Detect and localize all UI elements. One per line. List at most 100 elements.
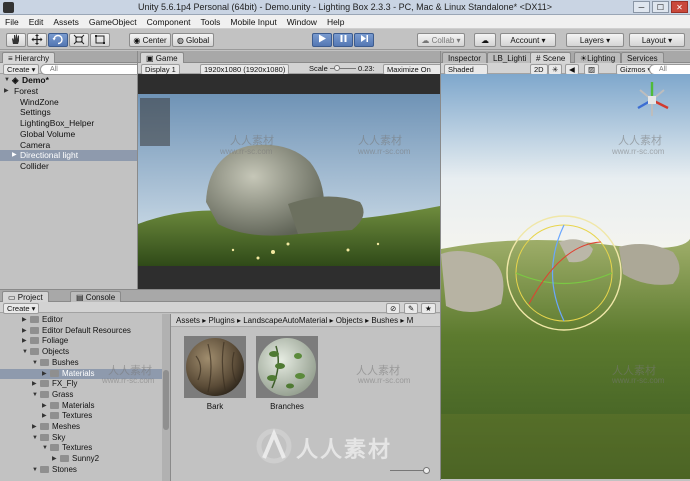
tag-icon: ⊘: [390, 304, 397, 313]
folder-icon: ▭: [8, 293, 16, 302]
breadcrumb-assets[interactable]: Assets: [176, 316, 200, 325]
project-tree-label: Textures: [62, 411, 93, 421]
image-icon: ▨: [588, 65, 596, 74]
collapse-triangle-icon[interactable]: ▶: [42, 401, 47, 412]
game-tabbar: ▣ Game: [138, 51, 440, 64]
breadcrumb-bushes[interactable]: Bushes: [371, 316, 398, 325]
window-title: Unity 5.6.1p4 Personal (64bit) - Demo.un…: [137, 2, 553, 12]
menu-window[interactable]: Window: [282, 15, 322, 28]
menu-component[interactable]: Component: [142, 15, 196, 28]
menu-assets[interactable]: Assets: [48, 15, 84, 28]
scene-orientation-gizmo[interactable]: [624, 78, 680, 124]
asset-branches[interactable]: Branches: [256, 336, 318, 411]
expand-triangle-icon[interactable]: ▼: [42, 443, 48, 454]
menu-mobile-input[interactable]: Mobile Input: [225, 15, 281, 28]
hierarchy-item-lightingbox-helper[interactable]: LightingBox_Helper: [0, 118, 137, 129]
maximize-button[interactable]: ☐: [652, 1, 669, 13]
play-button[interactable]: [312, 33, 332, 47]
hierarchy-search-input[interactable]: All: [40, 64, 143, 75]
account-dropdown[interactable]: Account ▾: [500, 33, 556, 47]
hierarchy-item-settings[interactable]: Settings: [0, 107, 137, 118]
pause-button[interactable]: [333, 33, 353, 47]
breadcrumb-objects[interactable]: Objects: [336, 316, 363, 325]
hierarchy-item-global-volume[interactable]: Global Volume: [0, 129, 137, 140]
list-icon: ≡: [8, 54, 13, 63]
menu-gameobject[interactable]: GameObject: [84, 15, 142, 28]
expand-triangle-icon[interactable]: ▼: [32, 358, 38, 369]
cloud-outline-icon: ☁: [481, 36, 489, 45]
menu-edit[interactable]: Edit: [24, 15, 49, 28]
move-tool-button[interactable]: [27, 33, 47, 47]
scale-slider-thumb[interactable]: [334, 65, 340, 71]
layout-dropdown[interactable]: Layout ▾: [629, 33, 685, 47]
hierarchy-item-windzone[interactable]: WindZone: [0, 97, 137, 108]
hand-icon: [12, 34, 19, 44]
collapse-triangle-icon[interactable]: ▶: [52, 454, 57, 465]
scene-root-row[interactable]: ▼ ◈ Demo*: [0, 75, 137, 86]
hierarchy-create-button[interactable]: Create ▾: [3, 64, 40, 75]
collapse-triangle-icon[interactable]: ▶: [32, 379, 37, 390]
menu-help[interactable]: Help: [322, 15, 349, 28]
close-button[interactable]: ✕: [671, 1, 688, 13]
expand-triangle-icon[interactable]: ▼: [32, 433, 38, 444]
project-tree-label: Stones: [52, 464, 77, 474]
collapse-triangle-icon[interactable]: ▶: [42, 411, 47, 422]
breadcrumb-landscape[interactable]: LandscapeAutoMaterial: [243, 316, 327, 325]
game-panel-header: ▣ Game Display 1 1920x1080 (1920x1080) S…: [138, 51, 446, 75]
collapse-triangle-icon[interactable]: ▶: [22, 336, 27, 347]
watermark-text: 人人素材: [358, 135, 402, 147]
hand-tool-button[interactable]: [6, 33, 26, 47]
watermark-text: 人人素材: [230, 135, 274, 147]
menu-file[interactable]: File: [0, 15, 24, 28]
minimize-button[interactable]: ─: [633, 1, 650, 13]
hierarchy-item-label: Forest: [14, 86, 39, 96]
collapse-triangle-icon[interactable]: ▶: [22, 315, 27, 326]
breadcrumb-materials[interactable]: M: [407, 316, 414, 325]
hierarchy-item-collider[interactable]: Collider: [0, 161, 137, 172]
collapse-triangle-icon[interactable]: ▶: [32, 422, 37, 433]
scale-tool-button[interactable]: [69, 33, 89, 47]
game-render-image: [138, 74, 440, 289]
project-toolbar: Create ▾ ⊘ ✎ ★: [0, 302, 440, 314]
project-tree-label: Textures: [62, 443, 93, 453]
expand-triangle-icon[interactable]: ▼: [32, 390, 38, 401]
folder-icon: [40, 433, 49, 441]
game-controller-icon: ▣: [146, 54, 154, 63]
project-create-button[interactable]: Create ▾: [3, 303, 40, 314]
expand-triangle-icon[interactable]: ▼: [32, 465, 38, 476]
rotate-tool-button[interactable]: [48, 33, 68, 47]
menu-tools[interactable]: Tools: [196, 15, 226, 28]
watermark-text: 人人素材: [618, 135, 662, 147]
icon-size-slider-thumb[interactable]: [423, 467, 430, 474]
pivot-label: Center: [142, 36, 167, 45]
asset-bark[interactable]: Bark: [184, 336, 246, 411]
breadcrumb-plugins[interactable]: Plugins: [209, 316, 235, 325]
project-tree-label: Sky: [52, 432, 66, 442]
tree-scrollbar-thumb[interactable]: [163, 370, 169, 430]
pivot-center-toggle[interactable]: ◉ Center: [129, 33, 171, 47]
hierarchy-item-forest[interactable]: Forest ▶: [0, 86, 137, 97]
space-label: Global: [186, 36, 210, 45]
hierarchy-item-camera[interactable]: Camera: [0, 140, 137, 151]
services-cloud-button[interactable]: ☁: [474, 33, 496, 47]
collapse-triangle-icon[interactable]: ▶: [42, 369, 47, 380]
filter-by-type-button[interactable]: ⊘: [386, 303, 401, 314]
favorite-button[interactable]: ★: [421, 303, 436, 314]
watermark-url: www.rr-sc.com: [612, 376, 665, 385]
filter-by-label-button[interactable]: ✎: [404, 303, 419, 314]
folder-icon: [50, 412, 59, 420]
collapse-triangle-icon[interactable]: ▶: [22, 326, 27, 337]
rect-tool-button[interactable]: [90, 33, 110, 47]
scene-tabbar: Inspector LB_Lighti # Scene ☀Lighting Se…: [441, 51, 690, 64]
expand-triangle-icon[interactable]: ▼: [22, 347, 28, 358]
hierarchy-item-directional-light[interactable]: ▶ Directional light: [0, 150, 137, 161]
project-tree-label: Foliage: [42, 336, 69, 346]
asset-bark-label: Bark: [206, 402, 224, 411]
game-viewport[interactable]: [138, 74, 440, 289]
layers-dropdown[interactable]: Layers ▾: [566, 33, 624, 47]
step-button[interactable]: [354, 33, 374, 47]
hierarchy-item-label: Collider: [20, 160, 49, 171]
panel-divider: [170, 314, 171, 481]
collab-dropdown[interactable]: ☁ Collab ▾: [417, 33, 465, 47]
pivot-global-toggle[interactable]: ◍ Global: [172, 33, 214, 47]
